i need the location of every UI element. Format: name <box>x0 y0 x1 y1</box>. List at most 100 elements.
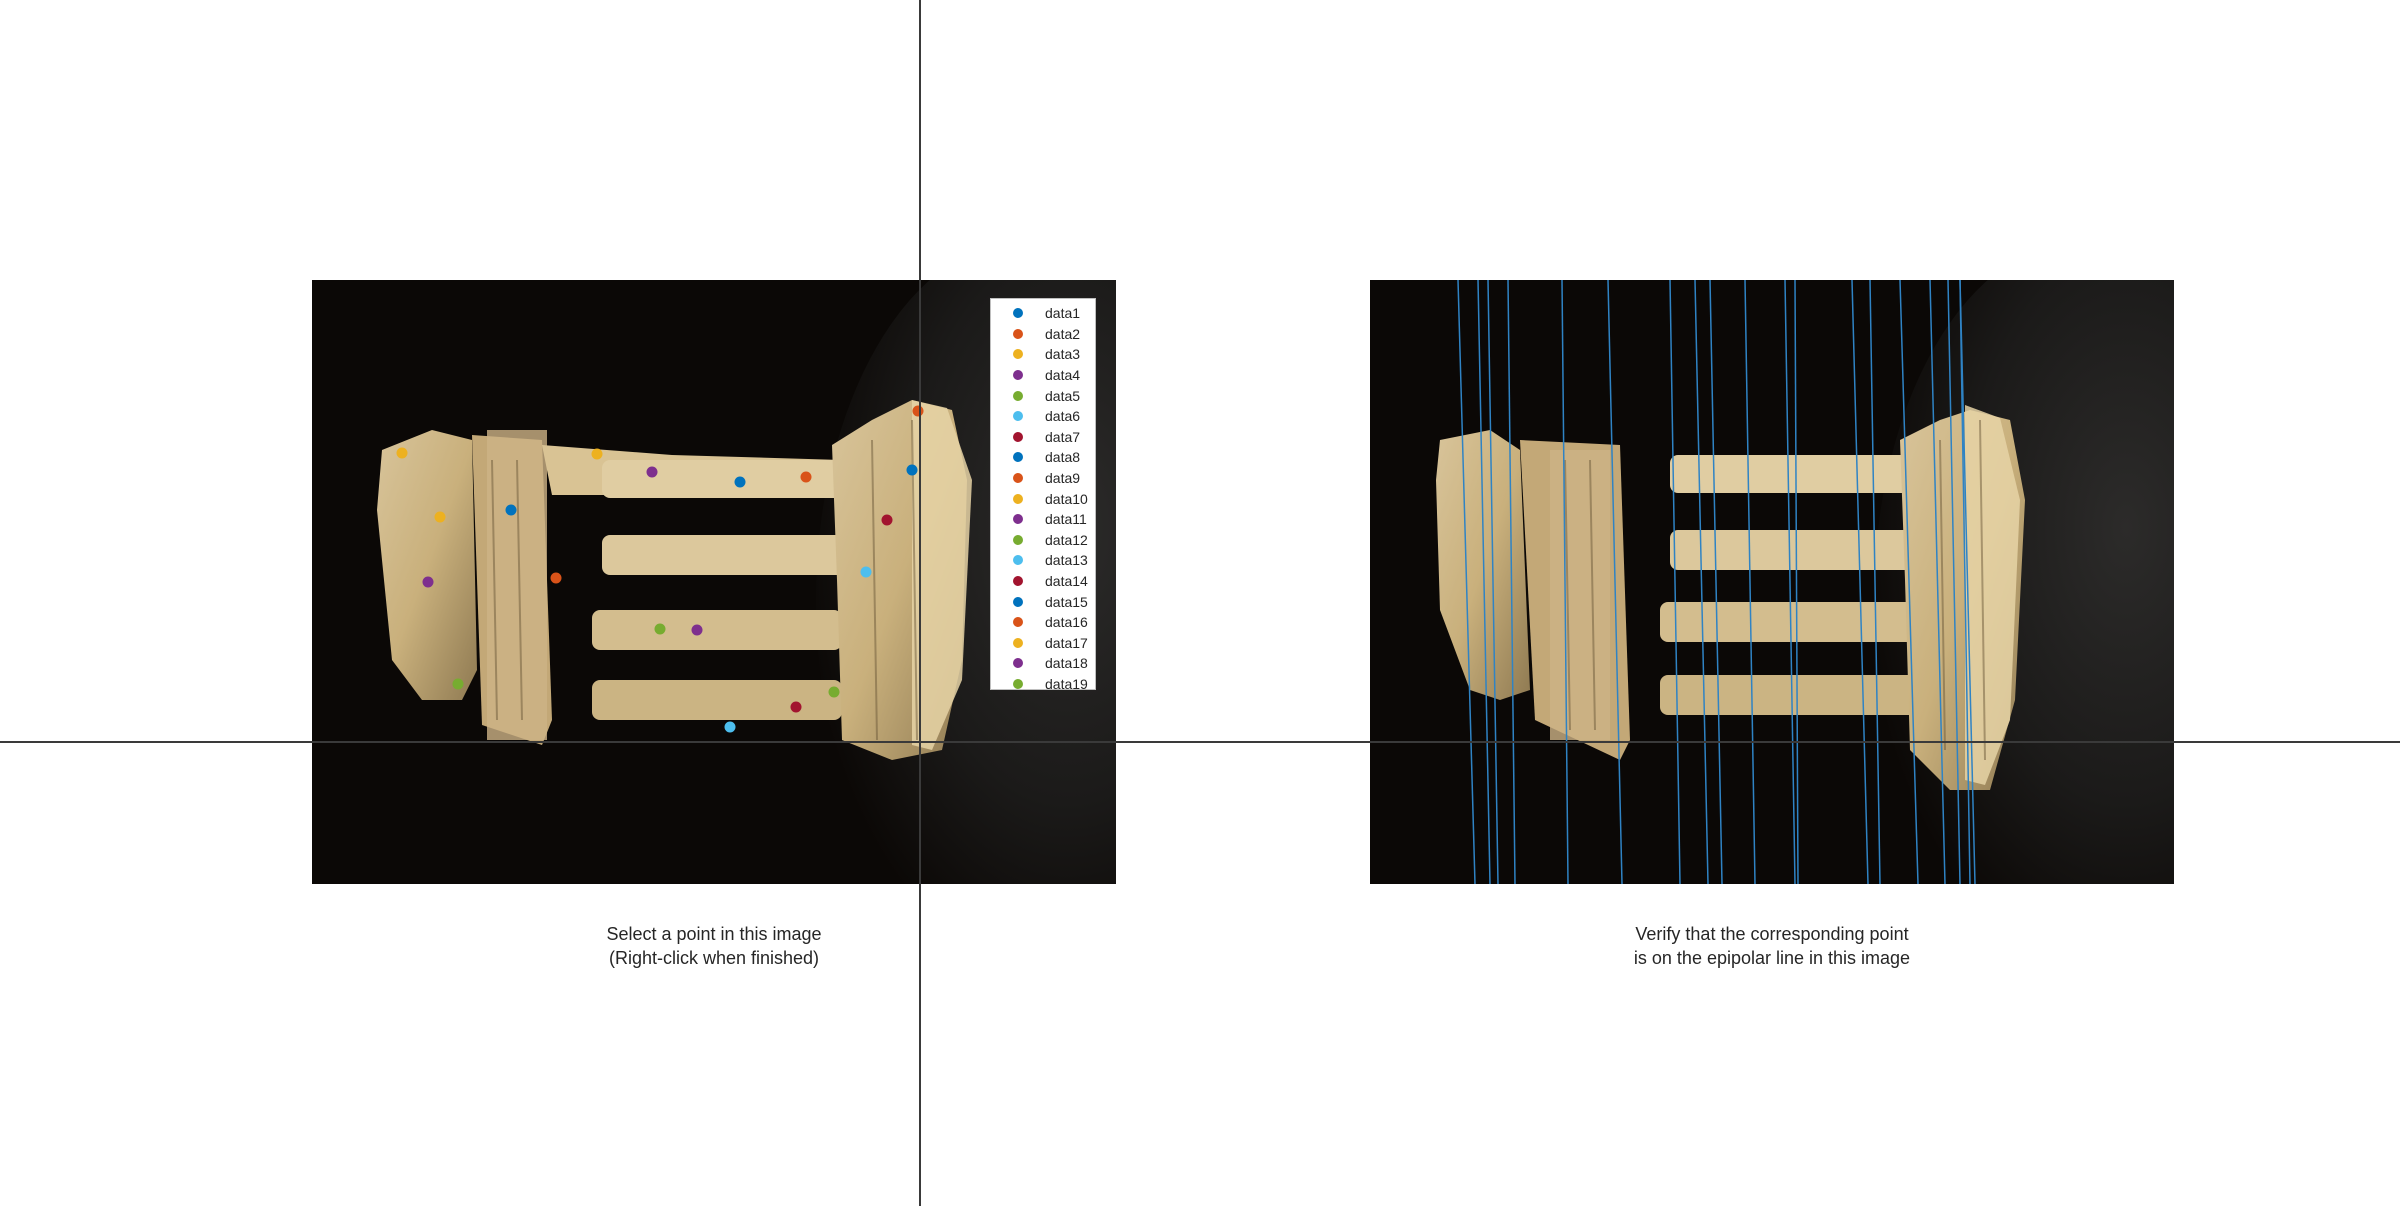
legend-marker-icon <box>1013 514 1023 525</box>
epipolar-line <box>1669 280 1681 884</box>
legend-marker-icon <box>1013 349 1023 360</box>
point-data19 <box>828 686 840 698</box>
legend-label: data12 <box>1045 531 1088 548</box>
legend-label: data4 <box>1045 367 1081 384</box>
point-data5 <box>452 678 464 690</box>
crosshair-vertical <box>919 0 921 1206</box>
legend-label: data9 <box>1045 470 1081 487</box>
legend-item: data9 <box>991 468 1095 489</box>
epipolar-line <box>1851 280 1869 884</box>
legend-label: data13 <box>1045 552 1088 569</box>
left-image-panel[interactable]: data1 data2 data3 data4 data5 data6 data7 data8… <box>312 280 1116 884</box>
legend-item: data3 <box>991 344 1095 365</box>
point-data17 <box>396 447 408 459</box>
legend-label: data19 <box>1045 675 1088 692</box>
right-caption-line1: Verify that the corresponding point <box>1635 924 1909 944</box>
legend-label: data2 <box>1045 325 1081 342</box>
point-data11 <box>646 466 658 478</box>
legend-marker-icon <box>1013 617 1023 628</box>
legend-label: data14 <box>1045 573 1088 590</box>
legend-item: data7 <box>991 427 1095 448</box>
point-data3 <box>434 511 446 523</box>
point-data7 <box>881 514 893 526</box>
epipolar-line <box>1487 280 1499 884</box>
legend-label: data8 <box>1045 449 1081 466</box>
legend-item: data2 <box>991 324 1095 345</box>
legend-item: data16 <box>991 612 1095 633</box>
legend-item: data18 <box>991 653 1095 674</box>
legend-item: data13 <box>991 550 1095 571</box>
legend-item: data15 <box>991 591 1095 612</box>
legend-label: data3 <box>1045 346 1081 363</box>
legend-item: data8 <box>991 447 1095 468</box>
right-caption-line2: is on the epipolar line in this image <box>1633 948 1911 968</box>
epipolar-line <box>1561 280 1569 884</box>
legend-label: data17 <box>1045 634 1088 651</box>
epipolar-line <box>1869 280 1881 884</box>
legend-label: data16 <box>1045 614 1088 631</box>
legend-item: data12 <box>991 530 1095 551</box>
legend-item: data4 <box>991 365 1095 386</box>
point-data10 <box>591 448 603 460</box>
legend-item: data19 <box>991 674 1095 695</box>
right-caption: Verify that the corresponding point is o… <box>1522 922 2022 970</box>
point-data15 <box>734 476 746 488</box>
legend-label: data1 <box>1045 305 1081 322</box>
point-data9 <box>912 405 924 417</box>
epipolar-line <box>1959 280 1971 884</box>
point-data18 <box>691 624 703 636</box>
point-data14 <box>790 701 802 713</box>
epipolar-line <box>1694 280 1709 884</box>
legend-label: data10 <box>1045 490 1088 507</box>
legend-label: data11 <box>1045 511 1087 528</box>
epipolar-line <box>1899 280 1919 884</box>
legend-marker-icon <box>1013 328 1023 339</box>
legend-item: data5 <box>991 385 1095 406</box>
legend-label: data7 <box>1045 428 1081 445</box>
epipolar-line <box>1784 280 1796 884</box>
legend-item: data1 <box>991 303 1095 324</box>
left-caption-line1: Select a point in this image <box>606 924 822 944</box>
legend-item: data10 <box>991 488 1095 509</box>
legend-marker-icon <box>1013 637 1023 648</box>
crosshair-horizontal <box>0 741 2400 743</box>
point-data2 <box>550 572 562 584</box>
left-caption-line2: (Right-click when finished) <box>608 948 820 968</box>
epipolar-line <box>1607 280 1623 884</box>
legend-marker-icon <box>1013 534 1023 545</box>
legend-marker-icon <box>1013 473 1023 484</box>
legend-marker-icon <box>1013 555 1023 566</box>
left-caption: Select a point in this image (Right-clic… <box>464 922 964 970</box>
epipolar-line <box>1457 280 1476 884</box>
legend-marker-icon <box>1013 370 1023 381</box>
legend-marker-icon <box>1013 452 1023 463</box>
legend-label: data6 <box>1045 408 1081 425</box>
legend-marker-icon <box>1013 308 1023 319</box>
legend-marker-icon <box>1013 390 1023 401</box>
legend-marker-icon <box>1013 411 1023 422</box>
legend-label: data15 <box>1045 593 1088 610</box>
legend-item: data11 <box>991 509 1095 530</box>
legend-label: data18 <box>1045 655 1088 672</box>
epipolar-line <box>1507 280 1516 884</box>
legend-marker-icon <box>1013 678 1023 689</box>
point-data16 <box>800 471 812 483</box>
legend-marker-icon <box>1013 576 1023 587</box>
epipolar-line <box>1794 280 1799 884</box>
epipolar-line <box>1947 280 1961 884</box>
legend-marker-icon <box>1013 596 1023 607</box>
legend-label: data5 <box>1045 387 1081 404</box>
point-data13 <box>724 721 736 733</box>
point-data8 <box>906 464 918 476</box>
point-data6 <box>860 566 872 578</box>
legend-marker-icon <box>1013 431 1023 442</box>
legend-marker-icon <box>1013 658 1023 669</box>
epipolar-lines <box>1457 280 1976 884</box>
epipolar-line <box>1477 280 1491 884</box>
legend: data1 data2 data3 data4 data5 data6 data7 data8… <box>990 298 1096 692</box>
legend-item: data17 <box>991 633 1095 654</box>
legend-item: data14 <box>991 571 1095 592</box>
legend-item: data6 <box>991 406 1095 427</box>
point-data1 <box>505 504 517 516</box>
right-image-panel <box>1370 280 2174 884</box>
